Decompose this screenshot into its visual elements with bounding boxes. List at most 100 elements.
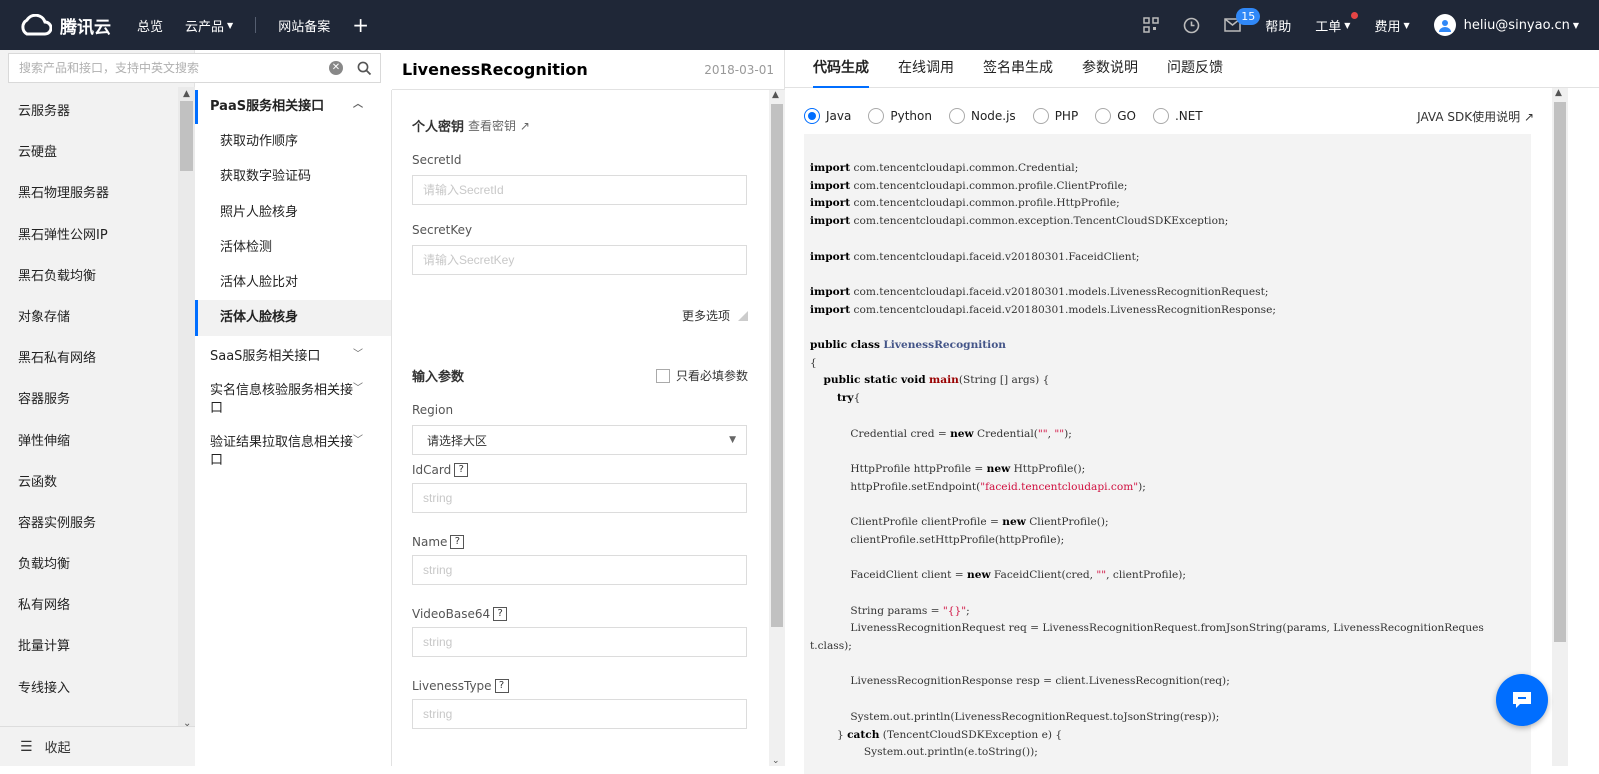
sidebar-item[interactable]: 容器实例服务 <box>0 503 178 544</box>
tab-code-gen[interactable]: 代码生成 <box>813 50 869 88</box>
videobase64-input[interactable] <box>412 627 747 657</box>
api-item[interactable]: 获取动作顺序 <box>195 124 391 159</box>
radio-circle <box>948 108 965 124</box>
help-icon[interactable]: ? <box>493 607 508 621</box>
secretid-input[interactable] <box>412 175 747 205</box>
sidebar-item[interactable]: 负载均衡 <box>0 544 178 585</box>
required-only-checkbox[interactable]: 只看必填参数 <box>655 367 748 384</box>
region-select[interactable]: 请选择大区 ▼ <box>412 425 747 455</box>
radio-nodejs[interactable]: Node.js <box>948 108 1016 124</box>
tab-online-call[interactable]: 在线调用 <box>898 50 954 88</box>
radio-go[interactable]: GO <box>1095 108 1136 124</box>
livenesstype-input[interactable] <box>412 699 747 729</box>
name-input[interactable] <box>412 555 747 585</box>
radio-python[interactable]: Python <box>868 108 932 124</box>
input-params-title: 输入参数 <box>412 370 465 385</box>
group-paas-label: PaaS服务相关接口 <box>210 99 325 114</box>
tab-feedback[interactable]: 问题反馈 <box>1167 50 1223 88</box>
sidebar-item[interactable]: 云函数 <box>0 462 178 503</box>
group-paas[interactable]: PaaS服务相关接口 ︿ <box>195 90 391 124</box>
plus-icon[interactable]: + <box>352 15 369 35</box>
view-secret-link[interactable]: 查看密钥 ↗ <box>468 117 530 134</box>
chat-button[interactable] <box>1496 674 1548 726</box>
nav-products[interactable]: 云产品 ▼ <box>185 16 233 35</box>
chat-icon <box>1513 692 1531 708</box>
code-scrollbar[interactable]: ▲ <box>1552 88 1568 766</box>
tab-params-doc[interactable]: 参数说明 <box>1082 50 1138 88</box>
radio-python-label: Python <box>890 109 932 123</box>
logo[interactable]: 腾讯云 <box>18 0 111 50</box>
sidebar-item[interactable]: 私有网络 <box>0 585 178 626</box>
sdk-doc-link[interactable]: JAVA SDK使用说明 ↗ <box>1417 108 1534 125</box>
nav-icp[interactable]: 网站备案 <box>278 16 330 35</box>
sidebar-item[interactable]: 云硬盘 <box>0 132 178 173</box>
api-item[interactable]: 活体人脸比对 <box>195 265 391 300</box>
scroll-up-icon[interactable]: ▲ <box>772 90 779 100</box>
search-input[interactable] <box>19 61 329 75</box>
scroll-up-icon[interactable]: ▲ <box>183 89 190 99</box>
scrollbar-thumb[interactable] <box>1554 102 1566 642</box>
secretid-label: SecretId <box>412 153 462 167</box>
group-result-label: 验证结果拉取信息相关接口 <box>210 434 354 468</box>
sidebar-item[interactable]: 黑石私有网络 <box>0 338 178 379</box>
billing-menu[interactable]: 费用 ▼ <box>1374 16 1409 35</box>
user-menu[interactable]: heliu@sinyao.cn ▼ <box>1433 14 1579 36</box>
search-icon[interactable] <box>357 61 372 76</box>
api-item[interactable]: 照片人脸核身 <box>195 195 391 230</box>
sidebar-item[interactable]: 批量计算 <box>0 626 178 667</box>
sidebar-scrollbar[interactable]: ▲ ⌄ <box>178 87 195 729</box>
clock-icon[interactable] <box>1183 17 1200 34</box>
livenesstype-label: LivenessType <box>412 679 492 693</box>
help-link[interactable]: 帮助 <box>1265 16 1291 35</box>
group-realname[interactable]: 实名信息核验服务相关接口 ﹀ <box>195 374 391 426</box>
clear-icon[interactable]: ✕ <box>329 61 343 75</box>
radio-java[interactable]: Java <box>804 108 851 124</box>
secret-title: 个人密钥 <box>412 120 465 135</box>
tab-signature[interactable]: 签名串生成 <box>983 50 1053 88</box>
sidebar-item[interactable]: 黑石负载均衡 <box>0 256 178 297</box>
chevron-down-icon: ▼ <box>1344 20 1351 30</box>
sidebar-item[interactable]: 黑石弹性公网IP <box>0 215 178 256</box>
sidebar-item[interactable]: 黑石物理服务器 <box>0 173 178 214</box>
billing-label: 费用 <box>1374 19 1401 35</box>
search-box: ✕ <box>8 53 381 83</box>
params-scrollbar[interactable]: ▲ ⌄ <box>769 90 785 766</box>
radio-dotnet[interactable]: .NET <box>1152 108 1203 124</box>
radio-checked <box>804 108 820 124</box>
group-result[interactable]: 验证结果拉取信息相关接口 ﹀ <box>195 426 391 478</box>
help-icon[interactable]: ? <box>494 679 509 693</box>
api-item[interactable]: 获取数字验证码 <box>195 159 391 194</box>
nav-overview[interactable]: 总览 <box>137 16 163 35</box>
cloud-logo-icon <box>21 14 52 36</box>
idcard-input[interactable] <box>412 483 747 513</box>
sidebar-item[interactable]: 专线接入 <box>0 668 178 709</box>
field-label: LivenessType? <box>412 679 748 693</box>
chevron-down-icon: ▼ <box>1572 20 1579 30</box>
sidebar-item[interactable]: 弹性伸缩 <box>0 421 178 462</box>
secretkey-input[interactable] <box>412 245 747 275</box>
help-icon[interactable]: ? <box>454 463 469 477</box>
collapse-button[interactable]: ☰ 收起 <box>0 726 195 766</box>
sidebar-item[interactable]: 容器服务 <box>0 379 178 420</box>
radio-php[interactable]: PHP <box>1032 108 1078 124</box>
scrollbar-thumb[interactable] <box>180 101 193 171</box>
help-icon[interactable]: ? <box>450 535 465 549</box>
avatar <box>1433 14 1456 36</box>
scroll-down-icon[interactable]: ⌄ <box>772 756 780 766</box>
scroll-up-icon[interactable]: ▲ <box>1555 88 1562 98</box>
qrcode-icon[interactable] <box>1143 17 1159 33</box>
user-email: heliu@sinyao.cn <box>1463 17 1570 33</box>
api-item-selected[interactable]: 活体人脸核身 <box>195 300 391 336</box>
mail-icon[interactable]: 15 <box>1224 8 1261 32</box>
videobase64-label: VideoBase64 <box>412 607 491 621</box>
sidebar-item[interactable]: 云服务器 <box>0 91 178 132</box>
more-options-toggle[interactable]: 更多选项 <box>412 307 748 324</box>
sidebar-item[interactable]: 对象存储 <box>0 297 178 338</box>
scrollbar-thumb[interactable] <box>771 104 783 627</box>
ticket-menu[interactable]: 工单 ▼ <box>1315 11 1359 35</box>
code-block[interactable]: import com.tencentcloudapi.common.Creden… <box>804 134 1531 774</box>
panel-header: LivenessRecognition 2018-03-01 <box>392 50 784 90</box>
group-saas[interactable]: SaaS服务相关接口 ﹀ <box>195 340 391 374</box>
view-secret-label: 查看密钥 <box>468 119 517 133</box>
api-item[interactable]: 活体检测 <box>195 230 391 265</box>
